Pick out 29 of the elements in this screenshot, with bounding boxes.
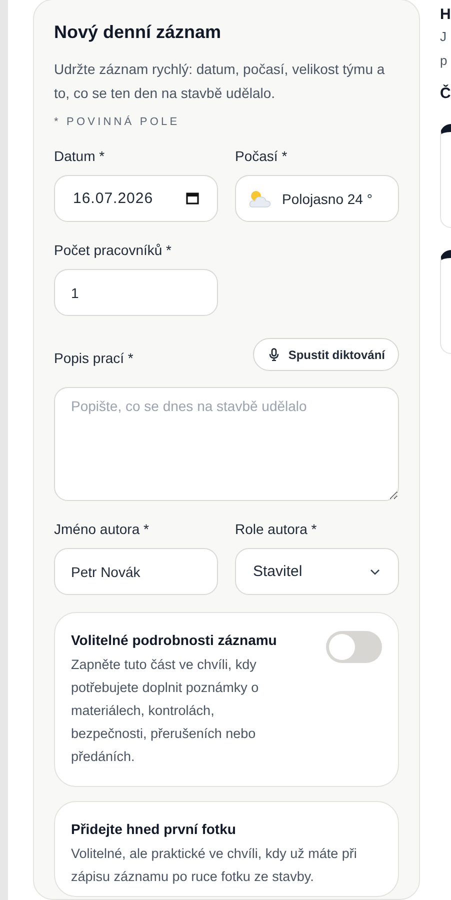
microphone-icon <box>269 348 280 361</box>
section-subheading: Č <box>440 85 451 102</box>
form-intro: Udržte záznam rychlý: datum, počasí, velikost týmu a to, co se ten den na stavbě udělalo. <box>54 60 386 103</box>
date-field[interactable]: 16.07.2026 <box>54 175 218 222</box>
calendar-icon <box>186 192 199 205</box>
field-label: Role autora * <box>235 520 318 538</box>
field-label: Počasí * <box>235 147 288 165</box>
description-textarea[interactable]: Popište, co se dnes na stavbě udělalo <box>54 387 399 501</box>
section-heading: H <box>440 5 451 25</box>
panel-title: Přidejte hned první fotku <box>71 820 237 838</box>
panel-text: Zapněte tuto část ve chvíli, kdy potřebujete doplnit poznámky o materiálech, kontrolách, bezpečnosti, přerušeních nebo předáních. <box>71 656 260 766</box>
section-text: p <box>440 52 448 70</box>
toggle-switch[interactable] <box>326 631 382 663</box>
form-title: Nový denní záznam <box>54 22 222 43</box>
panel-title: Volitelné podrobnosti záznamu <box>71 631 278 649</box>
section-text: J <box>440 28 448 46</box>
field-label: Datum * <box>54 147 106 165</box>
role-select[interactable]: Stavitel <box>235 548 399 595</box>
weather-field[interactable]: Polojasno 24 ° <box>235 175 399 222</box>
author-name-input[interactable]: Petr Novák <box>54 548 218 595</box>
workers-input[interactable]: 1 <box>54 269 218 316</box>
chevron-down-icon <box>370 568 380 574</box>
field-label: Jméno autora * <box>54 520 150 538</box>
dictate-button[interactable]: Spustit diktování <box>253 338 399 371</box>
field-label: Popis prací * <box>54 348 134 366</box>
field-label: Počet pracovníků * <box>54 241 173 259</box>
required-note: * POVINNÁ POLE <box>54 116 181 128</box>
sun-cloud-icon <box>248 188 272 208</box>
panel-text: Volitelné, ale praktické ve chvíli, kdy už máte při zápisu záznamu po ruce fotku ze stavby. <box>71 845 358 886</box>
